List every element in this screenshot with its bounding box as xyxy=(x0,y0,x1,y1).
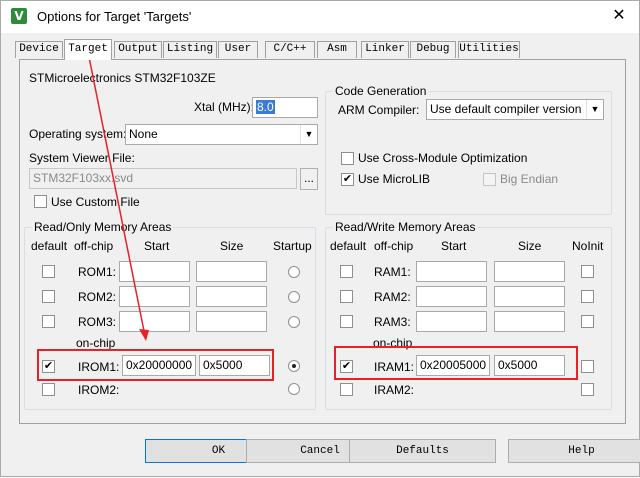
cross-module-checkbox[interactable] xyxy=(341,152,354,165)
rom2-start-input[interactable] xyxy=(119,286,190,307)
readonly-memory-title: Read/Only Memory Areas xyxy=(32,220,174,234)
irom2-startup-radio[interactable] xyxy=(288,383,300,395)
rw-header-size: Size xyxy=(518,239,542,253)
ram3-label: RAM3: xyxy=(374,315,411,329)
tab-utilities[interactable]: Utilities xyxy=(458,41,520,58)
ro-header-start: Start xyxy=(144,239,170,253)
ram2-size-input[interactable] xyxy=(494,286,565,307)
ro-onchip-label: on-chip xyxy=(76,336,116,350)
ram3-size-input[interactable] xyxy=(494,311,565,332)
readonly-memory-group: Read/Only Memory Areas default off-chip … xyxy=(24,220,316,410)
iram1-noinit-checkbox[interactable] xyxy=(581,360,594,373)
tab-debug[interactable]: Debug xyxy=(410,41,456,58)
ram3-start-input[interactable] xyxy=(416,311,487,332)
tab-target[interactable]: Target xyxy=(64,39,112,60)
readwrite-memory-title: Read/Write Memory Areas xyxy=(333,220,478,234)
ram1-size-input[interactable] xyxy=(494,261,565,282)
ram3-default-checkbox[interactable] xyxy=(340,315,353,328)
iram2-default-checkbox[interactable] xyxy=(340,383,353,396)
rom3-start-input[interactable] xyxy=(119,311,190,332)
rom1-startup-radio[interactable] xyxy=(288,266,300,278)
microlib-checkbox[interactable]: ✔ xyxy=(341,173,354,186)
window-title: Options for Target 'Targets' xyxy=(37,9,192,24)
irom1-highlight-box xyxy=(37,349,274,381)
rom3-label: ROM3: xyxy=(78,315,117,329)
code-generation-title: Code Generation xyxy=(333,84,429,98)
rom2-default-checkbox[interactable] xyxy=(42,290,55,303)
ro-header-size: Size xyxy=(220,239,244,253)
ro-header-default: default xyxy=(31,239,68,253)
rom3-startup-radio[interactable] xyxy=(288,316,300,328)
iram2-label: IRAM2: xyxy=(374,383,415,397)
ro-header-startup: Startup xyxy=(273,239,312,253)
big-endian-checkbox[interactable] xyxy=(483,173,496,186)
ram3-noinit-checkbox[interactable] xyxy=(581,315,594,328)
title-bar: V Options for Target 'Targets' ✕ xyxy=(1,1,639,33)
os-select-value: None xyxy=(129,127,158,141)
rw-header-noinit: NoInit xyxy=(572,239,604,253)
tab-listing[interactable]: Listing xyxy=(163,41,217,58)
rom1-label: ROM1: xyxy=(78,265,117,279)
code-generation-group: Code Generation ARM Compiler: Use defaul… xyxy=(325,84,612,215)
chevron-down-icon[interactable]: ▼ xyxy=(586,100,603,119)
rom3-default-checkbox[interactable] xyxy=(42,315,55,328)
microlib-label: Use MicroLIB xyxy=(358,172,431,186)
rw-header-start: Start xyxy=(441,239,467,253)
svd-input[interactable]: STM32F103xx.svd xyxy=(29,168,297,189)
chevron-down-icon[interactable]: ▼ xyxy=(300,125,317,144)
rom3-size-input[interactable] xyxy=(196,311,267,332)
rom2-size-input[interactable] xyxy=(196,286,267,307)
ram1-default-checkbox[interactable] xyxy=(340,265,353,278)
arm-compiler-label: ARM Compiler: xyxy=(338,103,420,117)
help-button[interactable]: Help xyxy=(508,439,640,463)
ram1-label: RAM1: xyxy=(374,265,411,279)
keil-app-icon: V xyxy=(11,8,27,24)
irom2-label: IROM2: xyxy=(78,383,120,397)
irom2-default-checkbox[interactable] xyxy=(42,383,55,396)
svd-browse-button[interactable]: ... xyxy=(300,168,318,190)
iram1-highlight-box xyxy=(334,346,578,380)
use-custom-file-checkbox[interactable] xyxy=(34,195,47,208)
rom1-default-checkbox[interactable] xyxy=(42,265,55,278)
tab-output[interactable]: Output xyxy=(114,41,162,58)
xtal-label: Xtal (MHz): xyxy=(194,100,254,114)
ram2-noinit-checkbox[interactable] xyxy=(581,290,594,303)
ram2-default-checkbox[interactable] xyxy=(340,290,353,303)
rom2-label: ROM2: xyxy=(78,290,117,304)
xtal-input[interactable]: 8.0 xyxy=(252,97,318,118)
irom1-startup-radio[interactable] xyxy=(288,360,300,372)
os-select[interactable]: None ▼ xyxy=(125,124,318,145)
cross-module-label: Use Cross-Module Optimization xyxy=(358,151,528,165)
ram1-start-input[interactable] xyxy=(416,261,487,282)
options-dialog: V Options for Target 'Targets' ✕ Device … xyxy=(0,0,640,477)
rw-header-default: default xyxy=(330,239,367,253)
ram2-label: RAM2: xyxy=(374,290,411,304)
arm-compiler-select[interactable]: Use default compiler version ▼ xyxy=(426,99,604,120)
arm-compiler-value: Use default compiler version xyxy=(430,102,582,116)
os-label: Operating system: xyxy=(29,127,127,141)
ram1-noinit-checkbox[interactable] xyxy=(581,265,594,278)
tab-device[interactable]: Device xyxy=(15,41,63,58)
device-name: STMicroelectronics STM32F103ZE xyxy=(29,71,216,85)
rom2-startup-radio[interactable] xyxy=(288,291,300,303)
close-icon[interactable]: ✕ xyxy=(607,5,631,27)
use-custom-file-label: Use Custom File xyxy=(51,195,140,209)
rw-header-offchip: off-chip xyxy=(374,239,414,253)
tab-linker[interactable]: Linker xyxy=(361,41,409,58)
big-endian-label: Big Endian xyxy=(500,172,559,186)
readwrite-memory-group: Read/Write Memory Areas default off-chip… xyxy=(325,220,612,410)
svd-label: System Viewer File: xyxy=(29,151,135,165)
rom1-start-input[interactable] xyxy=(119,261,190,282)
defaults-button[interactable]: Defaults xyxy=(349,439,496,463)
tab-user[interactable]: User xyxy=(218,41,258,58)
tab-asm[interactable]: Asm xyxy=(317,41,357,58)
ram2-start-input[interactable] xyxy=(416,286,487,307)
iram2-noinit-checkbox[interactable] xyxy=(581,383,594,396)
rom1-size-input[interactable] xyxy=(196,261,267,282)
ro-header-offchip: off-chip xyxy=(74,239,114,253)
tab-c-cpp[interactable]: C/C++ xyxy=(265,41,315,58)
